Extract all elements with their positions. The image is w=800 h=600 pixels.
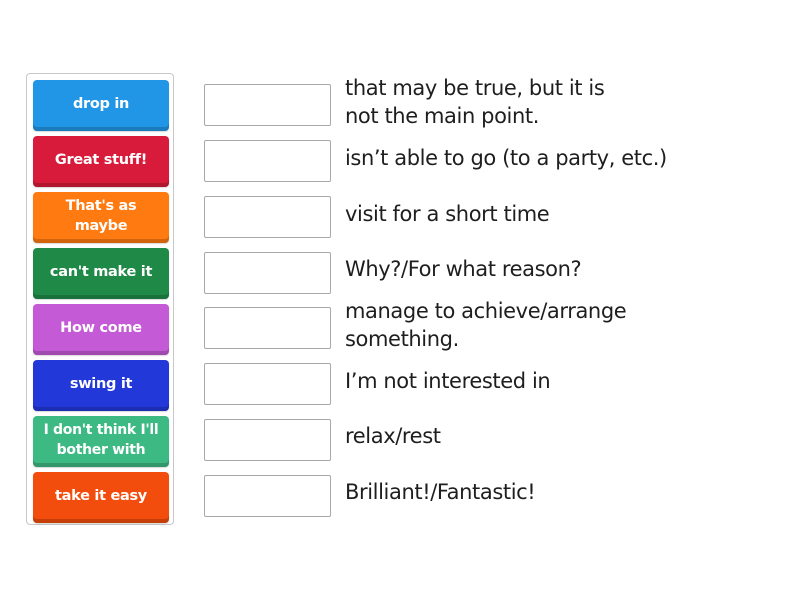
tile-label: I don't think I'll bother with	[43, 422, 159, 458]
definition-4: Why?/For what reason?	[345, 257, 582, 281]
answer-drop-box-3[interactable]	[204, 196, 331, 238]
answer-drop-box-8[interactable]	[204, 475, 331, 517]
tile-great-stuff[interactable]: Great stuff!	[33, 136, 169, 187]
tile-cant-make-it[interactable]: can't make it	[33, 248, 169, 299]
tile-label: Great stuff!	[54, 152, 148, 168]
tile-label: can't make it	[49, 264, 153, 280]
answer-drop-box-4[interactable]	[204, 252, 331, 294]
tile-take-it-easy[interactable]: take it easy	[33, 472, 169, 523]
tile-label: How come	[60, 320, 142, 336]
definition-6: I’m not interested in	[345, 369, 551, 393]
answer-drop-box-7[interactable]	[204, 419, 331, 461]
definition-7: relax/rest	[345, 424, 441, 448]
tile-swing-it[interactable]: swing it	[33, 360, 169, 411]
tile-label: That's as maybe	[65, 198, 137, 234]
definition-1: that may be true, but it is not the main…	[345, 76, 605, 128]
definition-2: isn’t able to go (to a party, etc.)	[345, 146, 667, 170]
definition-8: Brilliant!/Fantastic!	[345, 480, 536, 504]
tile-label: swing it	[69, 376, 133, 392]
definition-5: manage to achieve/arrange something.	[345, 299, 627, 351]
tile-how-come[interactable]: How come	[33, 304, 169, 355]
answer-drop-box-1[interactable]	[204, 84, 331, 126]
tile-drop-in[interactable]: drop in	[33, 80, 169, 131]
tile-i-dont-think-ill-bother-with[interactable]: I don't think I'll bother with	[33, 416, 169, 467]
definition-3: visit for a short time	[345, 202, 550, 226]
tile-label: drop in	[72, 96, 130, 112]
answer-drop-box-6[interactable]	[204, 363, 331, 405]
tile-label: take it easy	[55, 488, 147, 504]
answer-drop-box-2[interactable]	[204, 140, 331, 182]
answer-tiles-panel: drop in Great stuff! That's as maybe can…	[26, 73, 174, 525]
answer-drop-box-5[interactable]	[204, 307, 331, 349]
tile-thats-as-maybe[interactable]: That's as maybe	[33, 192, 169, 243]
